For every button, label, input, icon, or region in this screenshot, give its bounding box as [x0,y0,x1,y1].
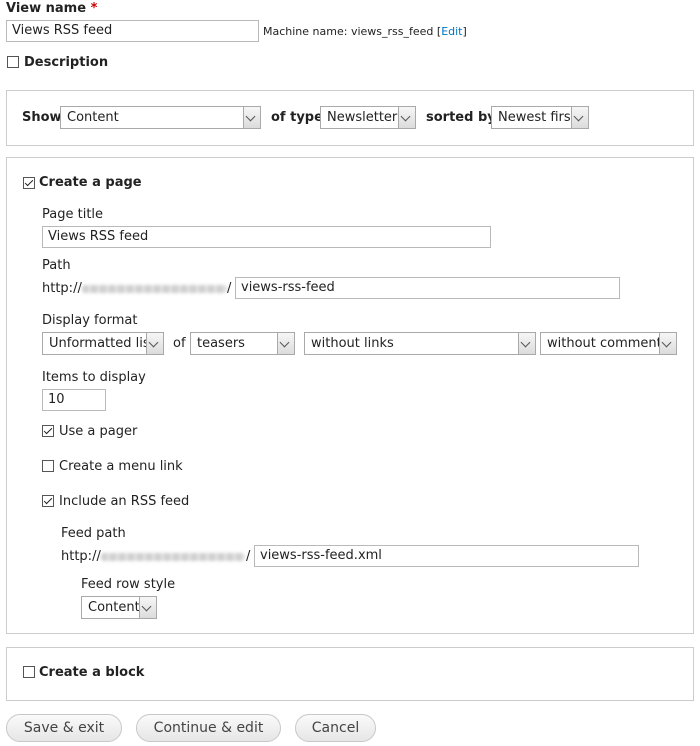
description-label: Description [24,55,109,70]
machine-name-edit-link[interactable]: Edit [441,25,462,38]
feed-row-style-value: Content [88,600,140,615]
view-name-label-text: View name [6,1,87,16]
create-block-checkbox[interactable] [23,666,35,678]
links-select[interactable]: without links [304,332,536,355]
use-pager-checkbox[interactable] [42,425,54,437]
edit-bracket-close: ] [462,25,467,38]
menu-link-label: Create a menu link [59,459,183,474]
menu-link-checkbox[interactable] [42,460,54,472]
sorted-by-select-value: Newest first [498,110,576,125]
display-format-label: Display format [42,313,138,328]
rss-checkbox[interactable] [42,495,54,507]
cancel-button[interactable]: Cancel [295,714,376,742]
machine-name: Machine name: views_rss_feed [Edit] [263,25,467,38]
items-input[interactable]: 10 [42,389,106,411]
show-label: Show [22,110,62,125]
show-select[interactable]: Content [60,106,261,129]
create-page-label: Create a page [39,175,142,190]
teasers-select-value: teasers [197,336,245,351]
blurred-domain [101,553,245,561]
path-prefix: http:// [42,281,82,296]
create-page-checkbox[interactable] [23,177,35,189]
chevron-down-icon [243,107,260,128]
chevron-down-icon [518,333,535,354]
sorted-by-label: sorted by [426,110,496,125]
of-type-select-value: Newsletter [327,110,398,125]
use-pager-label: Use a pager [59,424,138,439]
continue-edit-button[interactable]: Continue & edit [136,714,281,742]
chevron-down-icon [398,107,415,128]
create-block-label: Create a block [39,665,145,680]
required-mark: * [90,1,98,16]
chevron-down-icon [146,333,163,354]
view-name-input[interactable]: Views RSS feed [6,20,259,42]
links-select-value: without links [311,336,394,351]
path-slash: / [227,281,232,296]
teasers-select[interactable]: teasers [190,332,295,355]
feed-slash: / [246,549,251,564]
chevron-down-icon [277,333,294,354]
description-checkbox[interactable] [7,56,19,68]
sorted-by-select[interactable]: Newest first [491,106,589,129]
view-name-label: View name * [6,1,97,16]
format-select[interactable]: Unformatted list [42,332,164,355]
feed-path-label: Feed path [61,526,126,541]
save-exit-button[interactable]: Save & exit [6,714,122,742]
page-title-input[interactable]: Views RSS feed [42,226,491,248]
feed-row-style-select[interactable]: Content [81,596,157,619]
feed-row-style-label: Feed row style [81,577,176,592]
comments-select-value: without comments [547,336,669,351]
rss-label: Include an RSS feed [59,494,190,509]
blurred-domain [82,285,227,293]
show-select-value: Content [67,110,119,125]
machine-name-text: Machine name: views_rss_feed [263,25,434,38]
of-type-label: of type [271,110,323,125]
of-type-select[interactable]: Newsletter [320,106,416,129]
format-select-value: Unformatted list [49,336,155,351]
feed-prefix: http:// [61,549,101,564]
comments-select[interactable]: without comments [540,332,677,355]
of-label: of [173,336,186,351]
chevron-down-icon [659,333,676,354]
page-title-label: Page title [42,207,104,222]
chevron-down-icon [571,107,588,128]
chevron-down-icon [139,597,156,618]
feed-path-input[interactable]: views-rss-feed.xml [254,545,639,567]
items-label: Items to display [42,370,146,385]
path-input[interactable]: views-rss-feed [235,277,620,299]
path-label: Path [42,258,71,273]
